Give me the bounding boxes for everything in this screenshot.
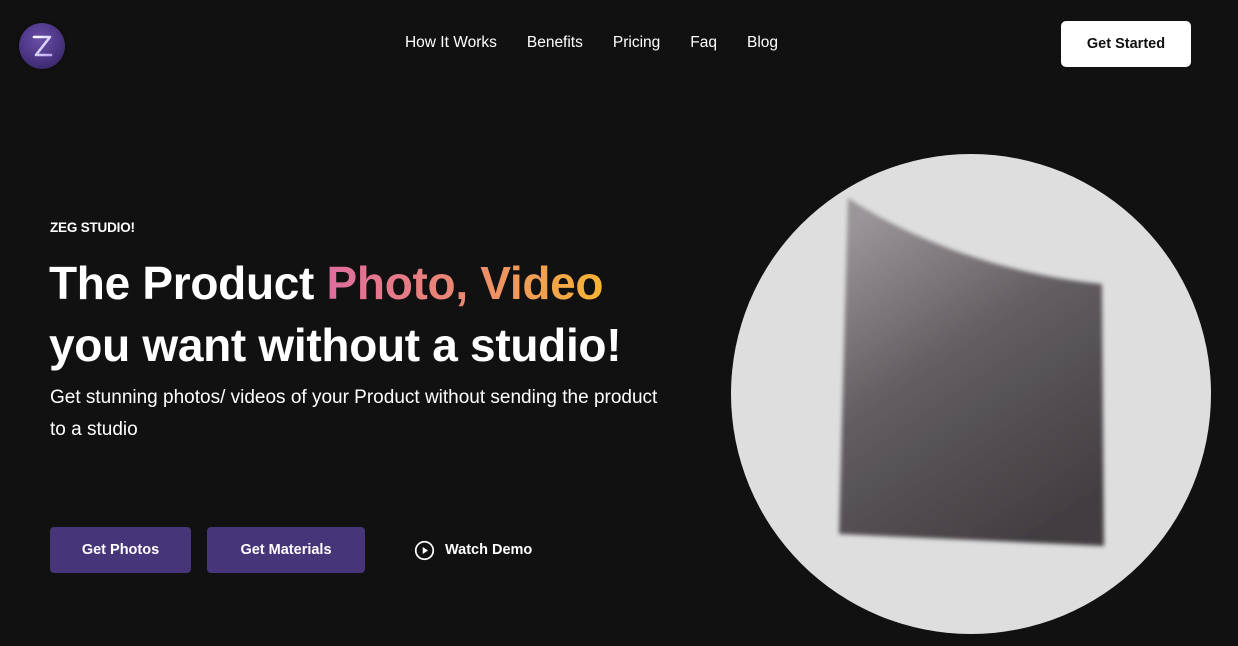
product-panel-image	[839, 198, 1104, 546]
get-photos-button[interactable]: Get Photos	[50, 527, 191, 573]
headline-part1: The Product	[49, 257, 327, 309]
play-circle-icon	[414, 540, 435, 560]
landing-page: How It Works Benefits Pricing Faq Blog G…	[0, 0, 1238, 646]
headline-line2: you want without a studio!	[49, 319, 622, 371]
nav-pricing[interactable]: Pricing	[613, 33, 660, 53]
nav-how-it-works[interactable]: How It Works	[405, 33, 497, 53]
hero-media	[731, 154, 1211, 634]
nav-faq[interactable]: Faq	[690, 33, 717, 53]
watch-demo-label: Watch Demo	[445, 542, 533, 558]
headline-highlight: Photo, Video	[326, 257, 604, 309]
get-materials-button[interactable]: Get Materials	[207, 527, 365, 573]
hero-eyebrow: ZEG STUDIO!	[50, 220, 135, 235]
nav-benefits[interactable]: Benefits	[527, 33, 583, 53]
watch-demo-button[interactable]: Watch Demo	[414, 538, 532, 562]
hero-headline: The Product Photo, Video you want withou…	[49, 252, 622, 376]
nav-blog[interactable]: Blog	[747, 33, 778, 53]
get-started-button[interactable]: Get Started	[1061, 21, 1191, 67]
main-nav: How It Works Benefits Pricing Faq Blog	[0, 33, 1238, 53]
hero-subtitle: Get stunning photos/ videos of your Prod…	[50, 387, 658, 440]
